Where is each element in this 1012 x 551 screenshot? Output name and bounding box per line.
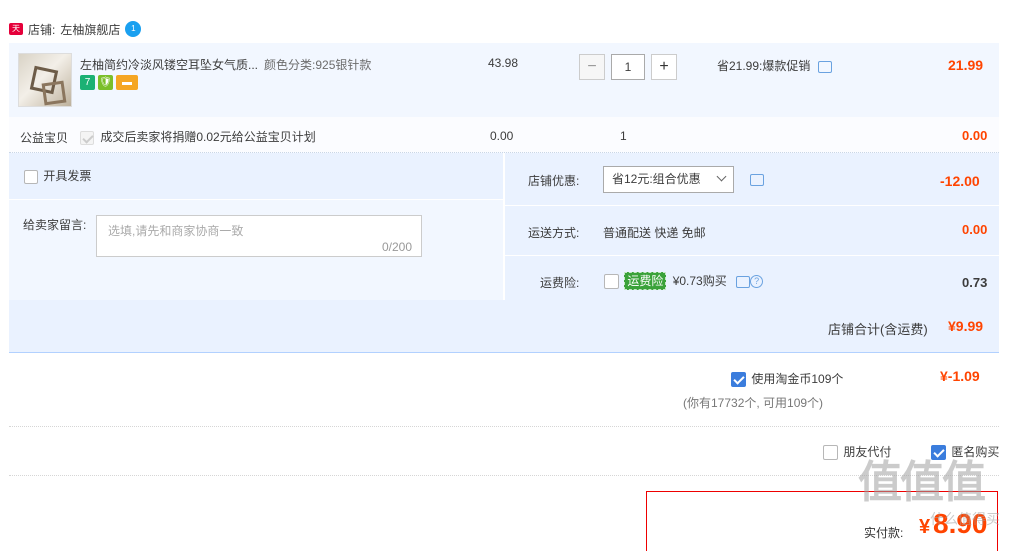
sku-label-text: 颜色分类: xyxy=(264,58,316,72)
shop-total-label: 店铺合计(含运费) xyxy=(828,322,928,337)
invoice-checkbox[interactable] xyxy=(24,169,38,184)
charity-checkbox-wrap: 成交后卖家将捐赠0.02元给公益宝贝计划 xyxy=(80,128,316,145)
chevron-down-icon xyxy=(716,171,727,182)
invoice-option[interactable]: 开具发票 xyxy=(24,167,91,184)
item-title-link[interactable]: 左柚简约冷淡风镂空耳坠女气质... xyxy=(80,56,258,73)
tmall-icon: 天猫 xyxy=(9,23,23,45)
message-placeholder: 选填,请先和商家协商一致 xyxy=(108,224,244,238)
help-icon[interactable]: ? xyxy=(750,275,764,289)
quantity-input[interactable]: 1 xyxy=(611,54,645,80)
coins-label: 使用淘金币109个 xyxy=(751,372,844,386)
comment-icon[interactable] xyxy=(750,174,764,186)
friend-pay-label: 朋友代付 xyxy=(843,445,892,459)
charity-price: 0.00 xyxy=(490,129,514,143)
shop-name-link[interactable]: 左柚旗舰店 xyxy=(60,21,120,38)
insurance-amount: 0.73 xyxy=(962,275,988,290)
divider xyxy=(505,205,999,206)
item-subtotal: 21.99 xyxy=(948,57,984,73)
seven-day-return-icon[interactable]: 7 xyxy=(80,75,95,90)
insurance-option: 运费险 ¥0.73购买 ? xyxy=(604,272,764,290)
charity-qty: 1 xyxy=(620,129,627,143)
decrease-button[interactable]: − xyxy=(579,54,605,80)
coins-note: (你有17732个, 可用109个) xyxy=(683,396,824,410)
message-textarea[interactable]: 选填,请先和商家协商一致 0/200 xyxy=(96,215,422,257)
insurance-label: 运费险: xyxy=(540,276,580,290)
shop-discount-select[interactable]: 省12元:组合优惠 xyxy=(603,166,734,193)
promo-label: 省21.99:爆款促销 xyxy=(717,59,811,73)
guarantee-icon[interactable]: 🛡 xyxy=(98,75,113,90)
insurance-checkbox[interactable] xyxy=(604,274,619,290)
charity-total: 0.00 xyxy=(962,128,988,143)
shipping-method: 普通配送 快递 免邮 xyxy=(603,226,706,240)
charity-label: 公益宝贝 xyxy=(20,131,69,145)
shop-total-amount: ¥9.99 xyxy=(948,318,984,334)
charity-checkbox xyxy=(80,130,94,145)
shop-label: 店铺: xyxy=(28,22,56,37)
coins-amount: ¥-1.09 xyxy=(940,368,980,384)
shipping-label: 运送方式: xyxy=(528,226,580,240)
shipping-amount: 0.00 xyxy=(962,222,988,237)
divider xyxy=(505,255,999,256)
friend-pay-checkbox[interactable] xyxy=(823,445,838,461)
sku-label: 颜色分类:925银针款 xyxy=(264,56,371,73)
charity-text: 成交后卖家将捐赠0.02元给公益宝贝计划 xyxy=(100,130,316,144)
message-counter: 0/200 xyxy=(381,240,412,254)
anonymous-label: 匿名购买 xyxy=(951,445,1000,459)
insurance-price: ¥0.73购买 xyxy=(672,274,727,288)
service-tags: 7 🛡 ▬ xyxy=(80,75,138,90)
watermark-site: 什么值得买 xyxy=(930,511,1000,527)
comment-icon[interactable] xyxy=(736,275,751,288)
divider xyxy=(9,475,999,476)
message-label: 给卖家留言: xyxy=(23,218,87,232)
comment-icon[interactable] xyxy=(817,60,832,73)
insurance-tag: 运费险 xyxy=(624,272,667,290)
shop-discount-label: 店铺优惠: xyxy=(528,174,580,188)
chat-icon[interactable]: 1 xyxy=(125,21,142,37)
shop-discount-value: 省12元:组合优惠 xyxy=(612,172,701,186)
product-thumbnail[interactable] xyxy=(18,53,72,107)
shop-discount-amount: -12.00 xyxy=(940,173,980,189)
divider xyxy=(9,426,999,427)
watermark-text: 值值值 xyxy=(858,458,986,507)
sku-value: 925银针款 xyxy=(315,58,372,72)
watermark-logo: 值值值 什么值得买 xyxy=(858,458,1006,546)
promo-text: 省21.99:爆款促销 xyxy=(717,57,832,74)
unit-price: 43.98 xyxy=(488,56,519,70)
coins-option[interactable]: 使用淘金币109个 xyxy=(731,370,844,388)
coins-checkbox[interactable] xyxy=(731,372,746,388)
shop-header: 天猫 店铺: 左柚旗舰店 1 xyxy=(9,18,142,45)
item-row xyxy=(9,43,999,117)
increase-button[interactable]: + xyxy=(651,54,677,80)
credit-card-icon[interactable]: ▬ xyxy=(116,75,138,90)
invoice-label: 开具发票 xyxy=(43,169,92,183)
quantity-stepper: − 1 + xyxy=(579,54,677,80)
